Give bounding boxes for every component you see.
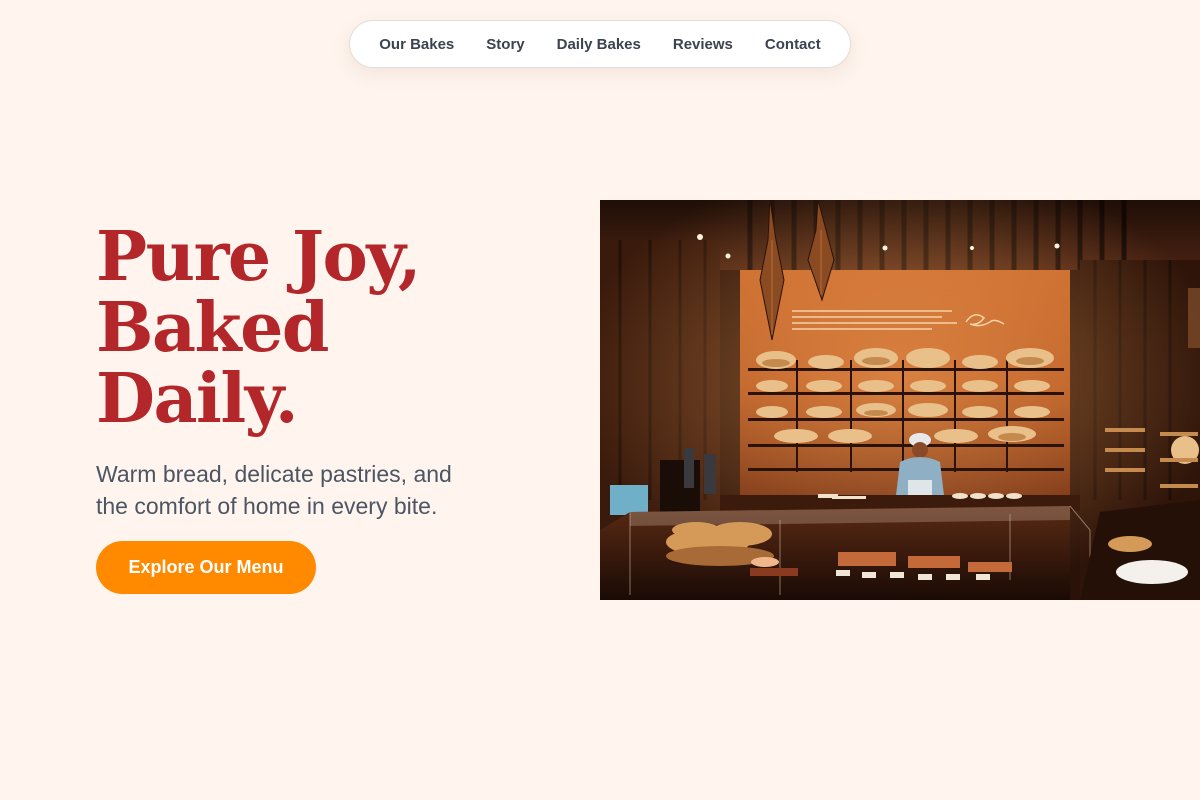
nav-link-story[interactable]: Story — [486, 36, 524, 53]
bakery-illustration — [600, 200, 1200, 600]
hero-title: Pure Joy, Baked Daily. — [96, 222, 556, 435]
landing-page: Our Bakes Story Daily Bakes Reviews Cont… — [0, 0, 1200, 800]
nav-link-contact[interactable]: Contact — [765, 36, 821, 53]
top-nav: Our Bakes Story Daily Bakes Reviews Cont… — [349, 20, 851, 68]
nav-link-reviews[interactable]: Reviews — [673, 36, 733, 53]
hero-subtitle-line-1: Warm bread, delicate pastries, and — [96, 461, 452, 487]
hero-title-line-1: Pure Joy, — [96, 217, 422, 297]
nav-link-daily-bakes[interactable]: Daily Bakes — [557, 36, 641, 53]
hero-title-line-2: Baked — [96, 288, 329, 368]
nav-link-our-bakes[interactable]: Our Bakes — [379, 36, 454, 53]
hero-subtitle: Warm bread, delicate pastries, and the c… — [96, 458, 526, 522]
hero-subtitle-line-2: the comfort of home in every bite. — [96, 493, 438, 519]
bakery-interior-photo — [600, 200, 1200, 600]
hero-title-line-3: Daily. — [96, 359, 299, 439]
explore-menu-button[interactable]: Explore Our Menu — [96, 541, 316, 594]
